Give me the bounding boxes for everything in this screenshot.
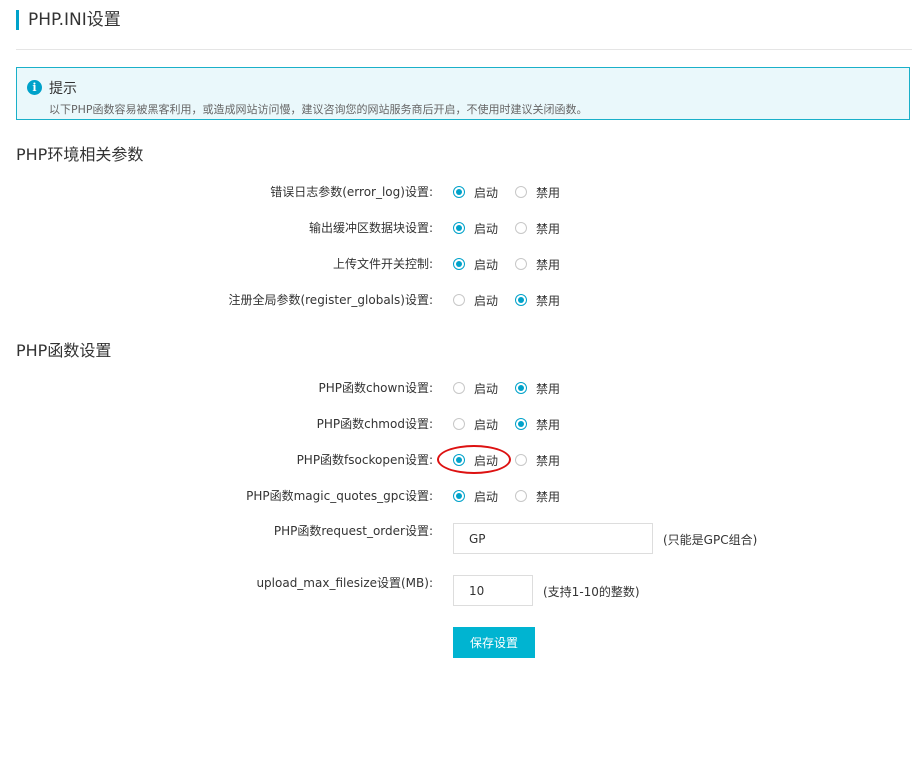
upload-max-input[interactable]: 10 <box>453 575 533 606</box>
setting-label: PHP函数magic_quotes_gpc设置: <box>246 489 433 503</box>
section-env-title: PHP环境相关参数 <box>16 145 144 164</box>
radio-on-option[interactable]: 启动 <box>453 256 498 272</box>
radio-label: 禁用 <box>536 293 561 308</box>
radio-button[interactable] <box>453 418 465 430</box>
title-divider <box>16 49 912 50</box>
radio-label: 禁用 <box>536 257 561 272</box>
setting-row-magic-quotes-gpc: PHP函数magic_quotes_gpc设置: 启动 禁用 <box>0 486 912 506</box>
radio-on-option[interactable]: 启动 <box>453 380 498 396</box>
radio-off-option[interactable]: 禁用 <box>515 220 560 236</box>
setting-label: 注册全局参数(register_globals)设置: <box>228 293 433 307</box>
radio-off-option[interactable]: 禁用 <box>515 488 560 504</box>
save-button[interactable]: 保存设置 <box>453 627 535 658</box>
info-icon: i <box>27 80 42 95</box>
radio-label: 禁用 <box>536 185 561 200</box>
radio-button[interactable] <box>453 382 465 394</box>
radio-label: 禁用 <box>536 381 561 396</box>
setting-row-file-uploads: 上传文件开关控制: 启动 禁用 <box>0 254 912 274</box>
radio-off-option[interactable]: 禁用 <box>515 292 560 308</box>
radio-label: 启动 <box>474 453 499 468</box>
radio-label: 禁用 <box>536 489 561 504</box>
radio-on-option[interactable]: 启动 <box>453 184 498 200</box>
radio-off-option[interactable]: 禁用 <box>515 452 560 468</box>
setting-label: PHP函数chown设置: <box>318 381 433 395</box>
tip-box: i 提示 以下PHP函数容易被黑客利用，或造成网站访问慢，建议咨询您的网站服务商… <box>16 67 910 120</box>
radio-on-option[interactable]: 启动 <box>453 292 498 308</box>
radio-label: 启动 <box>474 257 499 272</box>
radio-label: 启动 <box>474 489 499 504</box>
radio-label: 禁用 <box>536 221 561 236</box>
radio-on-option[interactable]: 启动 <box>453 416 498 432</box>
radio-button[interactable] <box>515 258 527 270</box>
radio-on-option[interactable]: 启动 <box>453 220 498 236</box>
radio-off-option[interactable]: 禁用 <box>515 416 560 432</box>
radio-button[interactable] <box>453 490 465 502</box>
radio-label: 禁用 <box>536 417 561 432</box>
setting-label: 输出缓冲区数据块设置: <box>308 221 433 235</box>
radio-button[interactable] <box>453 186 465 198</box>
radio-button[interactable] <box>515 490 527 502</box>
setting-row-output-buffering: 输出缓冲区数据块设置: 启动 禁用 <box>0 218 912 238</box>
radio-label: 启动 <box>474 417 499 432</box>
setting-label: PHP函数fsockopen设置: <box>296 453 433 467</box>
radio-label: 启动 <box>474 381 499 396</box>
tip-title: 提示 <box>49 81 77 97</box>
setting-label: PHP函数request_order设置: <box>273 524 433 538</box>
radio-label: 禁用 <box>536 453 561 468</box>
radio-button[interactable] <box>515 454 527 466</box>
tip-text: 以下PHP函数容易被黑客利用，或造成网站访问慢，建议咨询您的网站服务商后开启，不… <box>49 103 588 116</box>
radio-button[interactable] <box>453 222 465 234</box>
radio-button[interactable] <box>515 418 527 430</box>
radio-button[interactable] <box>515 382 527 394</box>
radio-label: 启动 <box>474 293 499 308</box>
setting-row-error-log: 错误日志参数(error_log)设置: 启动 禁用 <box>0 182 912 202</box>
request-order-input[interactable]: GP <box>453 523 653 554</box>
setting-row-chmod: PHP函数chmod设置: 启动 禁用 <box>0 414 912 434</box>
setting-label: upload_max_filesize设置(MB): <box>256 576 433 590</box>
radio-label: 启动 <box>474 221 499 236</box>
radio-button[interactable] <box>515 186 527 198</box>
setting-label: PHP函数chmod设置: <box>316 417 433 431</box>
setting-row-fsockopen: PHP函数fsockopen设置: 启动 禁用 <box>0 450 912 470</box>
radio-button[interactable] <box>515 294 527 306</box>
radio-button[interactable] <box>453 294 465 306</box>
section-func-title: PHP函数设置 <box>16 341 112 360</box>
radio-on-option[interactable]: 启动 <box>453 452 498 468</box>
setting-label: 错误日志参数(error_log)设置: <box>270 185 433 199</box>
page-title: PHP.INI设置 <box>16 10 121 30</box>
radio-label: 启动 <box>474 185 499 200</box>
radio-button[interactable] <box>453 258 465 270</box>
setting-label: 上传文件开关控制: <box>332 257 433 271</box>
radio-on-option[interactable]: 启动 <box>453 488 498 504</box>
radio-button[interactable] <box>515 222 527 234</box>
radio-button[interactable] <box>453 454 465 466</box>
setting-row-chown: PHP函数chown设置: 启动 禁用 <box>0 378 912 398</box>
radio-off-option[interactable]: 禁用 <box>515 256 560 272</box>
upload-max-hint: (支持1-10的整数) <box>543 585 640 599</box>
radio-off-option[interactable]: 禁用 <box>515 184 560 200</box>
request-order-hint: (只能是GPC组合) <box>663 533 758 547</box>
radio-off-option[interactable]: 禁用 <box>515 380 560 396</box>
setting-row-register-globals: 注册全局参数(register_globals)设置: 启动 禁用 <box>0 290 912 310</box>
